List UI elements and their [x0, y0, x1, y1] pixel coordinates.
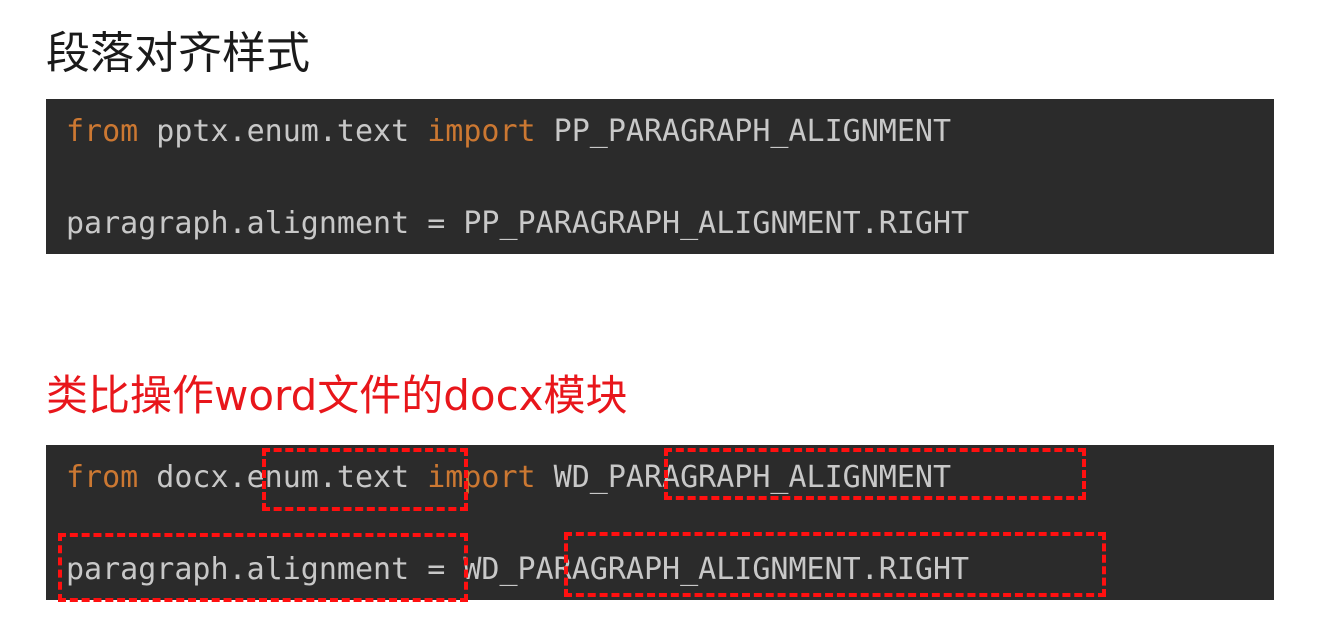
keyword-from: from: [66, 460, 139, 495]
code-block-pptx: from pptx.enum.text import PP_PARAGRAPH_…: [46, 99, 1274, 254]
keyword-from: from: [66, 114, 139, 149]
highlight-box-paragraph-alignment-import: [664, 448, 1086, 500]
keyword-import: import: [427, 114, 536, 149]
module-path: pptx.enum.text: [138, 114, 428, 149]
section-subtitle: 类比操作word文件的docx模块: [46, 371, 628, 420]
highlight-box-enum-text: [262, 448, 468, 511]
code-line-assignment: paragraph.alignment = PP_PARAGRAPH_ALIGN…: [66, 206, 970, 241]
code-line-import: from pptx.enum.text import PP_PARAGRAPH_…: [66, 112, 951, 152]
highlight-box-alignment-right: [564, 532, 1106, 597]
imported-name: PP_PARAGRAPH_ALIGNMENT: [535, 114, 952, 149]
highlight-box-paragraph-variable: [58, 533, 468, 602]
section-title: 段落对齐样式: [46, 28, 310, 79]
